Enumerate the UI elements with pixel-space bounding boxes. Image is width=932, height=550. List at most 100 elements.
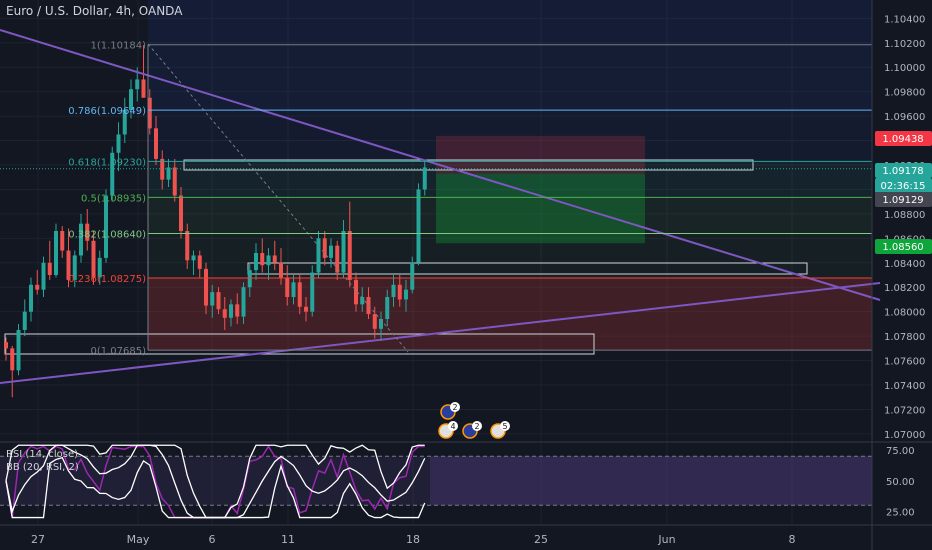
candle-body	[172, 167, 177, 196]
candle-body	[185, 231, 190, 261]
candle-body	[329, 245, 333, 258]
candle-body	[60, 231, 65, 251]
fib-level-label: 0(1.07685)	[90, 346, 146, 357]
candle-body	[116, 134, 121, 153]
fib-level-label: 1(1.10184)	[90, 41, 146, 52]
event-count-label: 2	[474, 422, 479, 431]
price-tick-label: 1.07400	[884, 381, 925, 392]
candle-body	[416, 189, 421, 263]
candle-body	[341, 231, 346, 273]
candle-body	[410, 262, 415, 290]
candle-body	[316, 238, 321, 273]
candle-body	[47, 262, 52, 275]
candle-body	[235, 304, 240, 317]
candle-body	[216, 292, 221, 310]
price-tick-label: 1.09600	[884, 112, 925, 123]
price-tick-label: 1.07200	[884, 405, 925, 416]
candle-body	[204, 268, 208, 306]
time-tick-label: 8	[789, 533, 796, 546]
candle-body	[10, 348, 15, 371]
price-tick-label: 1.08200	[884, 283, 925, 294]
candle-body	[16, 330, 21, 371]
candle-body	[254, 253, 258, 271]
position-tool[interactable]	[436, 135, 645, 244]
stop-loss-zone	[436, 135, 645, 174]
price-tick-label: 1.08800	[884, 210, 925, 221]
price-tick-label: 1.08000	[884, 308, 925, 319]
candle-body	[229, 304, 233, 318]
price-tick-label: 1.07800	[884, 332, 925, 343]
candle-body	[29, 284, 33, 312]
price-tick-label: 1.10200	[884, 39, 925, 50]
fib-level-label: 0.382(1.08640)	[68, 229, 146, 240]
price-badge-label: 1.09438	[882, 134, 923, 145]
candle-body	[272, 255, 277, 263]
rsi-tick-label: 50.00	[886, 477, 915, 488]
event-count-label: 2	[452, 403, 457, 412]
event-count-label: 5	[502, 422, 507, 431]
time-tick-label: 27	[31, 533, 45, 546]
fib-zone	[148, 44, 872, 111]
candle-body	[266, 255, 271, 266]
fib-level-label: 0.618(1.09230)	[68, 157, 146, 168]
price-chart[interactable]: 1(1.10184) 0.786(1.09649) 0.618(1.09230) 0.…	[0, 0, 932, 550]
event-count-label: 4	[450, 422, 455, 431]
price-tick-label: 1.09800	[884, 88, 925, 99]
candle-body	[247, 270, 252, 288]
candle-body	[135, 79, 140, 90]
candle-body	[141, 79, 146, 98]
time-tick-label: 25	[534, 533, 548, 546]
candle-body	[210, 292, 215, 306]
candle-body	[391, 284, 396, 297]
price-badge-label: 1.09178	[882, 166, 923, 177]
candle-body	[372, 314, 377, 329]
candle-body	[197, 255, 202, 269]
candle-body	[191, 255, 196, 261]
candle-body	[166, 167, 171, 180]
candle-body	[179, 195, 183, 231]
candle-body	[347, 231, 352, 280]
rsi-tick-label: 75.00	[886, 446, 915, 457]
price-badge-label: 1.09129	[882, 195, 923, 206]
price-tick-label: 1.07600	[884, 357, 925, 368]
time-tick-label: May	[127, 533, 150, 546]
price-badge-label: 02:36:15	[881, 181, 926, 192]
rsi-tick-label: 25.00	[886, 507, 915, 518]
candle-body	[304, 306, 308, 312]
bb-legend: BB (20, RSI, 2)	[6, 462, 79, 473]
candle-body	[22, 311, 27, 330]
fib-zone	[148, 278, 872, 351]
time-tick-label: Jun	[657, 533, 675, 546]
candle-body	[285, 277, 290, 297]
price-tick-label: 1.10000	[884, 63, 925, 74]
candle-body	[41, 262, 46, 290]
candle-body	[397, 284, 402, 300]
candle-body	[291, 282, 296, 297]
rsi-legend: RSI (14, close)	[6, 449, 79, 460]
time-tick-label: 6	[209, 533, 216, 546]
price-badge-label: 1.08560	[882, 242, 923, 253]
fib-zone	[148, 0, 872, 45]
candle-body	[54, 231, 58, 275]
price-tick-label: 1.08400	[884, 259, 925, 270]
fib-level-label: 0.5(1.08935)	[81, 193, 146, 204]
candle-body	[297, 282, 302, 307]
candle-body	[241, 287, 246, 317]
candle-body	[35, 284, 40, 290]
fib-level-label: 0.786(1.09649)	[68, 106, 146, 117]
time-tick-label: 18	[406, 533, 420, 546]
chart-title: Euro / U.S. Dollar, 4h, OANDA	[6, 4, 183, 18]
candle-body	[91, 240, 96, 278]
price-tick-label: 1.10400	[884, 14, 925, 25]
candle-body	[404, 289, 408, 300]
candle-body	[222, 309, 227, 318]
take-profit-zone	[436, 173, 645, 244]
candle-body	[335, 245, 340, 273]
candle-body	[4, 342, 8, 349]
rsi-band-future	[430, 456, 872, 506]
candle-body	[104, 195, 108, 258]
candle-body	[385, 297, 390, 319]
candle-body	[160, 158, 165, 180]
fib-level-label: 0.236(1.08275)	[68, 274, 146, 285]
candle-body	[154, 128, 158, 159]
